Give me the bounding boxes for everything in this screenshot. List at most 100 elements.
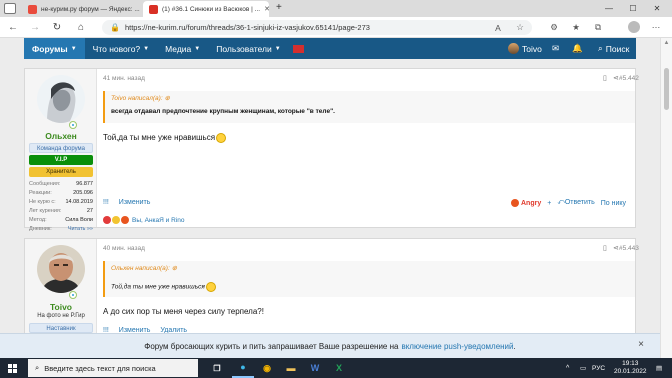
favorites-icon[interactable]: ★ [568,17,584,38]
user-avatar[interactable] [37,245,85,293]
back-arrow-icon[interactable]: ← [4,17,22,38]
by-nick-link[interactable]: По нику [601,200,626,207]
stat-label: Реакции: [29,190,52,196]
post-number[interactable]: #5.442 [619,75,639,82]
share-icon[interactable]: ⋖ [613,244,619,252]
post-bars-icon[interactable]: !!! [103,199,109,206]
bookmark-icon[interactable]: ▯ [603,244,607,252]
share-icon[interactable]: ⋖ [613,74,619,82]
close-window-icon[interactable]: ✕ [646,0,668,17]
user-stat: Реакции: 205.096 [29,189,93,198]
new-tab-button[interactable]: + [276,2,282,13]
user-avatar[interactable] [37,75,85,123]
heart-eyes-emoji-icon [103,216,111,224]
notifications-center-icon[interactable]: ▤ [656,358,662,378]
post-body: А до сих пор ты меня через силу терпела?… [103,307,264,316]
edit-link[interactable]: Изменить [119,199,151,206]
tab-actions-icon[interactable] [4,3,16,14]
scrollbar-thumb[interactable] [664,68,669,110]
minimize-window-icon[interactable]: — [598,0,620,17]
file-explorer-icon[interactable]: ▬ [280,358,302,378]
close-notification-icon[interactable]: × [638,339,644,350]
reactions-bar[interactable]: Вы, АнкаЯ и Rino [103,216,184,224]
nav-forums[interactable]: Форумы ▼ [24,38,85,59]
nav-media[interactable]: Медиа ▼ [157,38,208,59]
taskbar-search[interactable]: ⌕ Введите здесь текст для поиска [28,359,198,377]
chrome-app-icon[interactable]: ◉ [256,358,278,378]
enable-push-link[interactable]: включение push-уведомлений [401,342,513,351]
expand-quote-icon[interactable]: ⊕ [164,95,169,102]
lock-icon: 🔒 [110,23,120,32]
maximize-window-icon[interactable]: ☐ [622,0,644,17]
collections-icon[interactable]: ⧉ [590,17,606,38]
search-icon: ⌕ [598,43,603,53]
chevron-down-icon: ▼ [274,45,281,52]
edge-app-icon[interactable]: ● [232,358,254,378]
expand-quote-icon[interactable]: ⊕ [172,265,177,272]
nav-label: Медиа [165,43,192,54]
excel-app-icon[interactable]: X [328,358,350,378]
more-options-icon[interactable]: ⋯ [648,17,664,38]
account-avatar [508,43,519,54]
nav-search[interactable]: ⌕ Поиск [598,38,629,59]
flag-icon [292,44,304,53]
diary-link[interactable]: Читать »» [68,225,93,234]
stat-label: Метод: [29,217,47,223]
forward-arrow-icon[interactable]: → [26,17,44,38]
nav-account[interactable]: Toivo [508,38,542,59]
quote-author[interactable]: Ольхен написал(а): ⊕ [111,264,177,272]
post-time[interactable]: 41 мин. назад [103,75,145,82]
favorite-star-icon[interactable]: ☆ [512,17,528,38]
post-quote: Ольхен написал(а): ⊕ Той,да ты мне уже н… [103,261,635,297]
keyboard-language[interactable]: РУС [592,358,605,378]
inbox-icon[interactable]: ✉ [552,38,559,59]
stat-value: 27 [86,208,93,214]
reload-icon[interactable]: ↻ [48,17,66,38]
close-tab-icon[interactable]: ✕ [264,5,269,13]
reply-link[interactable]: ⤺Ответить [557,199,594,207]
post-body: Той,да ты мне уже нравишься [103,133,227,143]
user-stat: Сообщения: 96.877 [29,180,93,189]
address-bar[interactable]: 🔒 https://ne-kurim.ru/forum/threads/36-1… [102,20,532,35]
alerts-bell-icon[interactable]: 🔔 [572,38,583,59]
task-view-icon[interactable]: ❐ [206,358,228,378]
browser-tab-forum[interactable]: (1) #36.1 Синюки из Васюков | ... ✕ [143,1,269,17]
avatar-image [37,245,85,293]
read-aloud-icon[interactable]: A [490,17,506,38]
url-text: https://ne-kurim.ru/forum/threads/36-1-s… [124,23,370,32]
word-app-icon[interactable]: W [304,358,326,378]
chevron-down-icon: ▼ [70,45,77,52]
angry-emoji-icon [121,216,129,224]
post-username[interactable]: Toivo [25,302,97,312]
home-icon[interactable]: ⌂ [72,17,90,38]
reaction-angry[interactable]: Angry [511,199,541,207]
extensions-icon[interactable]: ⚙ [546,17,562,38]
user-badge: Хранитель [29,167,93,177]
multi-quote-plus[interactable]: + [547,200,551,207]
stat-value: Сила Воли [65,217,93,223]
chevron-down-icon: ▼ [143,45,150,52]
quote-text-content: Той,да ты мне уже нравишься [111,283,205,291]
reactions-users[interactable]: Вы, АнкаЯ и Rino [132,217,184,224]
post-time[interactable]: 40 мин. назад [103,245,145,252]
post-username[interactable]: Ольхен [25,131,97,141]
post-text: Той,да ты мне уже нравишься [103,133,216,143]
taskbar-clock[interactable]: 19:13 20.01.2022 [614,358,647,378]
windows-start-icon[interactable] [0,358,24,378]
network-icon[interactable]: ▭ [580,358,586,378]
profile-avatar[interactable] [628,21,640,33]
post-number[interactable]: #5.443 [619,245,639,252]
notification-text: Форум бросающих курить и пить запрашивае… [144,341,399,351]
browser-tab-yandex[interactable]: не-курим.ру форум — Яндекс: ... ✕ [22,1,140,17]
quote-text: всегда отдавал предпочтение крупным женщ… [111,108,335,115]
smiley-emoji-icon [205,282,216,292]
scroll-up-icon[interactable]: ▲ [661,40,672,46]
page-scrollbar[interactable]: ▲ [660,38,672,358]
nav-whats-new[interactable]: Что нового? ▼ [85,38,157,59]
nav-flag[interactable] [289,38,308,59]
tray-chevron-icon[interactable]: ^ [566,358,569,378]
browser-tab-bar: не-курим.ру форум — Яндекс: ... ✕ (1) #3… [0,0,672,17]
bookmark-icon[interactable]: ▯ [603,74,607,82]
quote-author[interactable]: Toivo написал(а): ⊕ [111,94,170,102]
nav-users[interactable]: Пользователи ▼ [208,38,288,59]
